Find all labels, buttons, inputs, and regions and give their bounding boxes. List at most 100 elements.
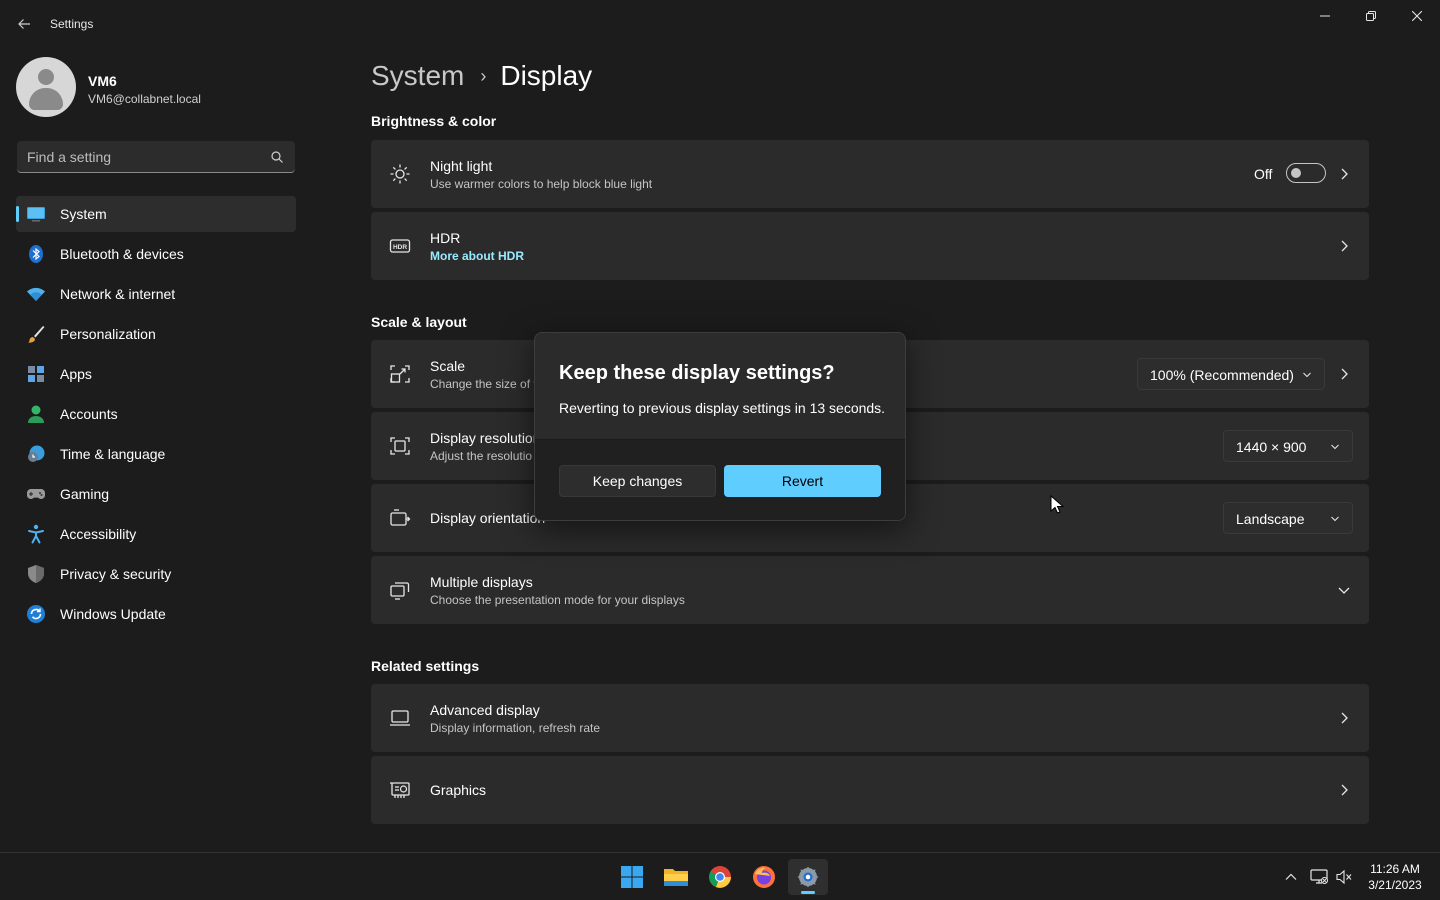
advanced-display-row[interactable]: Advanced display Display information, re… [371,684,1369,752]
back-button[interactable] [8,10,40,38]
close-button[interactable] [1394,0,1440,32]
show-hidden-icons-button[interactable] [1281,867,1301,887]
resolution-title: Display resolution [430,430,541,446]
search-icon [271,151,283,163]
keep-changes-button[interactable]: Keep changes [559,465,716,497]
scale-dropdown-value: 100% (Recommended) [1150,367,1294,383]
night-light-title: Night light [430,158,493,174]
title-bar: Settings [0,0,1440,48]
volume-muted-icon [1336,869,1352,885]
back-arrow-icon [18,19,30,29]
graphics-row[interactable]: Graphics [371,756,1369,824]
sidebar-item-personalization[interactable]: Personalization [16,316,296,352]
hdr-icon: HDR [389,239,411,253]
breadcrumb-parent[interactable]: System [371,60,464,92]
app-title: Settings [50,17,94,31]
advanced-display-title: Advanced display [430,702,540,718]
sidebar-item-accessibility[interactable]: Accessibility [16,516,296,552]
chrome-icon [709,866,731,888]
sidebar-item-label: System [60,206,107,222]
sidebar-item-privacy-security[interactable]: Privacy & security [16,556,296,592]
profile-email: VM6@collabnet.local [88,92,201,106]
multiple-displays-row[interactable]: Multiple displays Choose the presentatio… [371,556,1369,624]
firefox-taskbar-button[interactable] [744,859,784,895]
resolution-icon [390,437,410,455]
brush-icon [28,326,45,343]
file-explorer-icon [664,869,688,886]
orientation-dropdown[interactable]: Landscape [1223,502,1353,534]
page-title: Display [500,60,593,91]
file-explorer-taskbar-button[interactable] [656,859,696,895]
bluetooth-icon [29,245,43,263]
sidebar-item-network[interactable]: Network & internet [16,276,296,312]
sidebar-item-label: Time & language [60,446,166,462]
mouse-cursor-icon [1050,495,1064,514]
search-input[interactable] [27,141,267,172]
sidebar-item-label: Windows Update [60,606,166,622]
section-title-brightness: Brightness & color [371,113,497,129]
settings-taskbar-button[interactable] [788,859,828,895]
sidebar-item-system[interactable]: System [16,196,296,232]
volume-tray-button[interactable] [1334,867,1354,887]
sidebar-item-windows-update[interactable]: Windows Update [16,596,296,632]
start-button[interactable] [612,859,652,895]
graphics-title: Graphics [430,782,487,798]
scale-title: Scale [430,358,466,374]
hdr-row[interactable]: HDR HDR More about HDR [371,212,1369,280]
avatar [16,57,76,117]
network-tray-button[interactable] [1309,867,1329,887]
system-icon [27,207,45,222]
sidebar-item-label: Apps [60,366,92,382]
sidebar-item-gaming[interactable]: Gaming [16,476,296,512]
hdr-more-link[interactable]: More about HDR [430,249,524,263]
orientation-dropdown-value: Landscape [1236,511,1305,527]
sidebar-item-label: Gaming [60,486,110,502]
network-icon [1310,869,1328,884]
section-title-related: Related settings [371,658,480,674]
graphics-card-icon [390,782,410,798]
resolution-dropdown[interactable]: 1440 × 900 [1223,430,1353,462]
chevron-right-icon [1341,712,1348,724]
apps-icon [28,366,44,382]
profile-name: VM6 [88,73,117,89]
restore-button[interactable] [1348,0,1394,32]
minimize-icon [1320,15,1330,17]
night-light-row[interactable]: Night light Use warmer colors to help bl… [371,140,1369,208]
dialog-message: Reverting to previous display settings i… [559,400,886,416]
account-icon [28,405,44,423]
advanced-display-subtitle: Display information, refresh rate [430,721,601,735]
settings-icon [797,866,819,888]
night-light-subtitle: Use warmer colors to help block blue lig… [430,177,653,191]
scale-icon [390,365,410,383]
keep-display-settings-dialog: Keep these display settings? Reverting t… [534,332,906,521]
clock-time: 11:26 AM [1370,862,1420,876]
multiple-displays-icon [390,582,410,600]
sidebar-item-label: Network & internet [60,286,176,302]
start-icon [621,866,643,888]
resolution-subtitle: Adjust the resolutio [430,449,533,463]
revert-button[interactable]: Revert [724,465,881,497]
night-light-toggle[interactable] [1286,163,1326,183]
sidebar-item-apps[interactable]: Apps [16,356,296,392]
multiple-displays-subtitle: Choose the presentation mode for your di… [430,593,685,607]
multiple-displays-title: Multiple displays [430,574,533,590]
sidebar-item-time-language[interactable]: Time & language [16,436,296,472]
dialog-title: Keep these display settings? [559,362,835,384]
resolution-dropdown-value: 1440 × 900 [1236,439,1307,455]
chevron-up-icon [1285,873,1297,880]
taskbar-clock[interactable]: 11:26 AM 3/21/2023 [1360,861,1430,893]
chevron-right-icon [1341,240,1348,252]
sidebar-item-label: Accessibility [60,526,137,542]
sidebar-item-accounts[interactable]: Accounts [16,396,296,432]
minimize-button[interactable] [1302,0,1348,32]
scale-dropdown[interactable]: 100% (Recommended) [1137,358,1325,390]
restore-icon [1366,11,1376,21]
clock-date: 3/21/2023 [1368,878,1422,892]
orientation-icon [390,509,411,526]
chrome-taskbar-button[interactable] [700,859,740,895]
sidebar-item-label: Personalization [60,326,156,342]
sidebar-item-bluetooth[interactable]: Bluetooth & devices [16,236,296,272]
user-profile[interactable]: VM6 VM6@collabnet.local [16,57,306,117]
search-box[interactable] [17,141,295,173]
shield-icon [28,565,44,583]
